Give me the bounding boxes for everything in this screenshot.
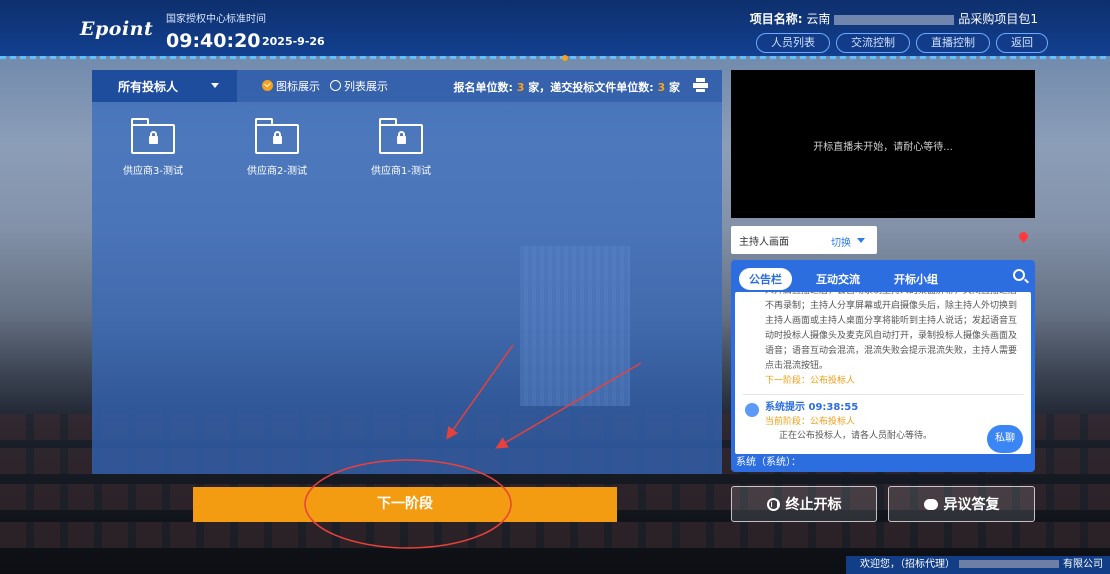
- notice-next-phase: 下一阶段：公布投标人: [765, 376, 856, 386]
- locked-folder-icon: [131, 118, 175, 154]
- bulletin-footer-text: 系统（系统）：: [736, 457, 801, 468]
- header-buttons: 人员列表 交流控制 直播控制 返回: [756, 33, 1048, 53]
- live-control-button[interactable]: 直播控制: [916, 33, 990, 53]
- bidder-folder-list: 供应商3-测试 供应商2-测试 供应商1-测试: [118, 118, 436, 177]
- chevron-down-icon: [211, 83, 219, 88]
- project-prefix: 云南: [806, 12, 831, 26]
- list-view-option[interactable]: 列表展示: [330, 78, 388, 94]
- host-view-select[interactable]: 主持人画面 切换: [731, 226, 877, 254]
- project-suffix: 品采购项目包1: [958, 12, 1038, 26]
- icon-view-label: 图标展示: [276, 80, 320, 93]
- clock-date: 2025-9-26: [262, 35, 325, 48]
- search-icon[interactable]: [1013, 269, 1025, 281]
- locked-folder-icon: [255, 118, 299, 154]
- bidder-folder[interactable]: 供应商3-测试: [118, 118, 188, 177]
- chat-bubble-icon: [923, 498, 938, 510]
- notice-text: 人开启直播之后，会自动录制主持人的桌面屏幕，关闭直播之后不再录制；主持人分享屏幕…: [765, 292, 1018, 371]
- counts-suffix: 家: [669, 81, 680, 94]
- message-divider: [743, 394, 1023, 395]
- pause-circle-icon: [766, 497, 780, 511]
- radio-unchecked-icon: [330, 80, 341, 91]
- list-view-label: 列表展示: [344, 80, 388, 93]
- staff-list-button[interactable]: 人员列表: [756, 33, 830, 53]
- welcome-text: 欢迎您，（招标代理）: [860, 559, 955, 570]
- clock-time: 09:40:20: [166, 30, 261, 52]
- project-label: 项目名称:: [749, 12, 803, 26]
- stop-opening-button[interactable]: 终止开标: [731, 486, 877, 522]
- bidder-name: 供应商2-测试: [247, 166, 307, 177]
- host-view-label: 主持人画面: [739, 236, 789, 248]
- objection-reply-label: 异议答复: [943, 497, 1000, 513]
- locked-folder-icon: [379, 118, 423, 154]
- redacted-block: [959, 560, 1059, 568]
- header-indicator: [562, 55, 568, 61]
- bidder-folder[interactable]: 供应商2-测试: [242, 118, 312, 177]
- radio-checked-icon: [262, 80, 273, 91]
- chevron-down-icon: [857, 238, 865, 243]
- video-status-message: 开标直播未开始，请耐心等待...: [813, 142, 953, 153]
- bidder-filter-label: 所有投标人: [118, 79, 179, 94]
- switch-view-link[interactable]: 切换: [831, 234, 851, 249]
- header-divider: [0, 56, 1110, 59]
- bulletin-tabs: 公告栏 互动交流 开标小组: [739, 268, 948, 290]
- submitted-count: 3: [657, 81, 666, 94]
- view-toggle: 图标展示 列表展示: [262, 78, 388, 94]
- redacted-block: [834, 14, 955, 25]
- back-button[interactable]: 返回: [996, 33, 1048, 53]
- epoint-logo: Epoint: [80, 18, 154, 40]
- counts-mid: 家，递交投标文件单位数:: [528, 81, 654, 94]
- seat-row: [0, 522, 1110, 548]
- registered-count: 3: [516, 81, 525, 94]
- bidder-panel: 所有投标人 图标展示 列表展示 报名单位数: 3 家，递交投标文件单位数: 3 …: [92, 70, 722, 474]
- print-icon[interactable]: [693, 78, 708, 92]
- top-header: Epoint 国家授权中心标准时间 09:40:20 2025-9-26 项目名…: [0, 0, 1110, 56]
- icon-view-option[interactable]: 图标展示: [262, 78, 320, 94]
- private-chat-button[interactable]: 私聊: [987, 425, 1023, 453]
- objection-reply-button[interactable]: 异议答复: [888, 486, 1035, 522]
- next-stage-button[interactable]: 下一阶段: [193, 487, 617, 522]
- system-avatar-icon: [745, 403, 759, 417]
- bidder-folder[interactable]: 供应商1-测试: [366, 118, 436, 177]
- system-message-title: 系统提示 09:38:55: [765, 402, 859, 413]
- tab-interaction[interactable]: 互动交流: [806, 268, 870, 290]
- bidder-name: 供应商1-测试: [371, 166, 431, 177]
- stop-opening-label: 终止开标: [785, 497, 842, 513]
- project-name: 项目名称: 云南 品采购项目包1: [750, 10, 1038, 27]
- counts-prefix: 报名单位数:: [453, 81, 513, 94]
- bulletin-messages[interactable]: 人开启直播之后，会自动录制主持人的桌面屏幕，关闭直播之后不再录制；主持人分享屏幕…: [735, 292, 1031, 454]
- chat-control-button[interactable]: 交流控制: [836, 33, 910, 53]
- system-message-phase: 当前阶段：公布投标人: [765, 417, 856, 427]
- tab-opening-team[interactable]: 开标小组: [884, 268, 948, 290]
- bidder-name: 供应商3-测试: [123, 166, 183, 177]
- tab-bulletin[interactable]: 公告栏: [739, 268, 792, 290]
- welcome-bar: 欢迎您，（招标代理） 有限公司: [846, 556, 1110, 574]
- clock-label: 国家授权中心标准时间: [166, 14, 266, 25]
- live-video-player[interactable]: 开标直播未开始，请耐心等待...: [731, 70, 1035, 218]
- bidder-filter-select[interactable]: 所有投标人: [92, 70, 237, 102]
- bidder-counts: 报名单位数: 3 家，递交投标文件单位数: 3 家: [454, 79, 681, 95]
- company-suffix: 有限公司: [1063, 559, 1103, 570]
